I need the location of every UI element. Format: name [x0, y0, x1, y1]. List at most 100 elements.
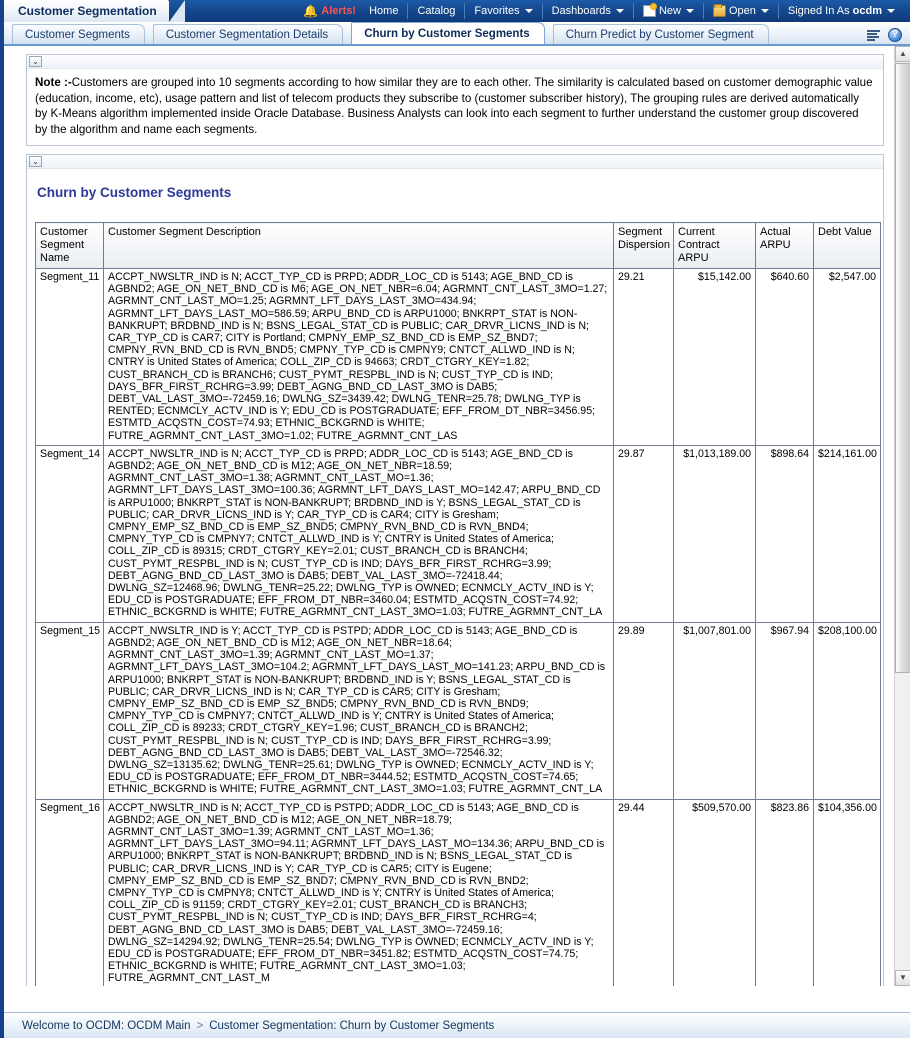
- scrollbar-thumb[interactable]: [895, 63, 910, 673]
- note-panel: ⌄ Note :-Customers are grouped into 10 s…: [26, 54, 884, 146]
- cell-current-contract-arpu: $1,007,801.00: [673, 621, 756, 800]
- dashboard-tab-strip: Customer Segments Customer Segmentation …: [4, 22, 910, 46]
- tab-churn-by-customer-segments[interactable]: Churn by Customer Segments: [351, 22, 545, 44]
- open-folder-icon: [712, 4, 726, 17]
- nav-favorites[interactable]: Favorites: [465, 3, 543, 19]
- chevron-down-icon: [887, 9, 895, 13]
- tab-customer-segmentation-details[interactable]: Customer Segmentation Details: [152, 24, 344, 44]
- cell-segment-name: Segment_15: [35, 621, 104, 800]
- column-header-debt-value[interactable]: Debt Value: [813, 222, 881, 269]
- alerts-label: Alerts!: [321, 5, 357, 17]
- new-page-icon: [642, 3, 657, 17]
- nav-new-label: New: [658, 5, 681, 17]
- nav-open-label: Open: [728, 5, 756, 17]
- cell-debt-value: $2,547.00: [813, 268, 881, 446]
- cell-segment-name: Segment_16: [35, 798, 104, 986]
- report-panel: ⌄ Churn by Customer Segments Customer Se…: [26, 154, 884, 986]
- note-panel-handle: ⌄: [27, 55, 883, 69]
- breadcrumb-separator: >: [196, 1019, 204, 1032]
- table-row: Segment_15 ACCPT_NWSLTR_IND is Y; ACCT_T…: [35, 621, 881, 800]
- tab-label: Customer Segments: [25, 29, 130, 41]
- signed-in-as-menu[interactable]: Signed In As ocdm: [779, 3, 904, 19]
- tab-customer-segments[interactable]: Customer Segments: [12, 24, 145, 44]
- report-title: Churn by Customer Segments: [37, 185, 232, 200]
- cell-actual-arpu: $823.86: [755, 798, 814, 986]
- table-row: Segment_14 ACCPT_NWSLTR_IND is N; ACCT_T…: [35, 444, 881, 623]
- cell-current-contract-arpu: $509,570.00: [673, 798, 756, 986]
- scroll-up-arrow[interactable]: ▲: [895, 46, 910, 62]
- cell-segment-description: ACCPT_NWSLTR_IND is Y; ACCT_TYP_CD is PS…: [103, 621, 614, 800]
- column-header-customer-segment-description[interactable]: Customer Segment Description: [103, 222, 614, 269]
- cell-actual-arpu: $898.64: [755, 444, 814, 623]
- report-panel-handle: ⌄: [27, 155, 883, 169]
- table-header-row: Customer Segment Name Customer Segment D…: [35, 222, 881, 269]
- churn-by-customer-segments-table: Customer Segment Name Customer Segment D…: [35, 222, 881, 986]
- cell-segment-dispersion: 29.44: [613, 798, 674, 986]
- tab-churn-predict-by-customer-segment[interactable]: Churn Predict by Customer Segment: [552, 24, 769, 44]
- chevron-down-icon: [524, 9, 533, 13]
- breadcrumb: Welcome to OCDM: OCDM Main > Customer Se…: [4, 1012, 910, 1038]
- column-header-customer-segment-name[interactable]: Customer Segment Name: [35, 222, 104, 269]
- tab-label: Churn Predict by Customer Segment: [565, 29, 754, 41]
- page-options-icon[interactable]: [867, 29, 881, 42]
- chevron-down-icon: [615, 9, 624, 13]
- column-header-segment-dispersion[interactable]: Segment Dispersion: [613, 222, 674, 269]
- nav-open[interactable]: Open: [704, 3, 779, 19]
- breadcrumb-home-link[interactable]: Welcome to OCDM: OCDM Main: [22, 1020, 190, 1032]
- note-text-block: Note :-Customers are grouped into 10 seg…: [27, 69, 883, 145]
- content-vertical-scrollbar[interactable]: ▲ ▼: [894, 46, 910, 986]
- application-title: Customer Segmentation: [18, 4, 157, 18]
- cell-segment-dispersion: 29.89: [613, 621, 674, 800]
- collapse-note-button[interactable]: ⌄: [29, 56, 42, 67]
- nav-favorites-label: Favorites: [474, 5, 520, 17]
- nav-dashboards[interactable]: Dashboards: [543, 3, 634, 19]
- cell-debt-value: $214,161.00: [813, 444, 881, 623]
- tab-label: Churn by Customer Segments: [364, 28, 530, 40]
- dashboard-sections: ⌄ Note :-Customers are grouped into 10 s…: [4, 46, 892, 986]
- nav-home[interactable]: Home: [360, 3, 409, 19]
- collapse-report-button[interactable]: ⌄: [29, 156, 42, 167]
- scroll-down-arrow[interactable]: ▼: [895, 970, 910, 986]
- tab-strip-tools: ?: [867, 28, 910, 44]
- cell-actual-arpu: $967.94: [755, 621, 814, 800]
- table-row: Segment_16 ACCPT_NWSLTR_IND is N; ACCT_T…: [35, 798, 881, 986]
- nav-home-label: Home: [369, 5, 399, 17]
- dashboard-content-area: ⌄ Note :-Customers are grouped into 10 s…: [4, 46, 910, 986]
- cell-actual-arpu: $640.60: [755, 268, 814, 446]
- cell-current-contract-arpu: $15,142.00: [673, 268, 756, 446]
- application-window: Customer Segmentation 🔔 Alerts! Home Cat…: [0, 0, 910, 1038]
- nav-catalog[interactable]: Catalog: [408, 3, 466, 19]
- nav-dashboards-label: Dashboards: [551, 5, 611, 17]
- nav-new[interactable]: New: [634, 3, 704, 19]
- cell-debt-value: $208,100.00: [813, 621, 881, 800]
- cell-segment-description: ACCPT_NWSLTR_IND is N; ACCT_TYP_CD is PS…: [103, 798, 614, 986]
- breadcrumb-current: Customer Segmentation: Churn by Customer…: [209, 1019, 495, 1032]
- help-icon[interactable]: ?: [888, 28, 902, 42]
- current-user: ocdm: [852, 5, 882, 17]
- nav-catalog-label: Catalog: [417, 5, 456, 17]
- cell-segment-dispersion: 29.21: [613, 268, 674, 446]
- cell-segment-dispersion: 29.87: [613, 444, 674, 623]
- note-text: Customers are grouped into 10 segments a…: [35, 76, 873, 136]
- table-body: Segment_11 ACCPT_NWSLTR_IND is N; ACCT_T…: [35, 268, 881, 986]
- cell-current-contract-arpu: $1,013,189.00: [673, 444, 756, 623]
- signed-in-as-label: Signed In As: [787, 5, 850, 17]
- cell-segment-name: Segment_11: [35, 268, 104, 446]
- tab-label: Customer Segmentation Details: [165, 29, 329, 41]
- global-navigation: 🔔 Alerts! Home Catalog Favorites Dashboa…: [294, 0, 910, 22]
- application-title-tab: Customer Segmentation: [4, 0, 185, 22]
- cell-debt-value: $104,356.00: [813, 798, 881, 986]
- bell-icon: 🔔: [303, 4, 319, 18]
- note-label: Note :-: [35, 76, 72, 89]
- table-row: Segment_11 ACCPT_NWSLTR_IND is N; ACCT_T…: [35, 268, 881, 446]
- cell-segment-description: ACCPT_NWSLTR_IND is N; ACCT_TYP_CD is PR…: [103, 268, 614, 446]
- column-header-current-contract-arpu[interactable]: Current Contract ARPU: [673, 222, 756, 269]
- top-header-bar: Customer Segmentation 🔔 Alerts! Home Cat…: [4, 0, 910, 22]
- chevron-down-icon: [760, 9, 769, 13]
- cell-segment-name: Segment_14: [35, 444, 104, 623]
- table-header: Customer Segment Name Customer Segment D…: [35, 222, 881, 269]
- chevron-down-icon: [685, 9, 694, 13]
- alerts-button[interactable]: 🔔 Alerts!: [294, 3, 360, 19]
- column-header-actual-arpu[interactable]: Actual ARPU: [755, 222, 814, 269]
- cell-segment-description: ACCPT_NWSLTR_IND is N; ACCT_TYP_CD is PR…: [103, 444, 614, 623]
